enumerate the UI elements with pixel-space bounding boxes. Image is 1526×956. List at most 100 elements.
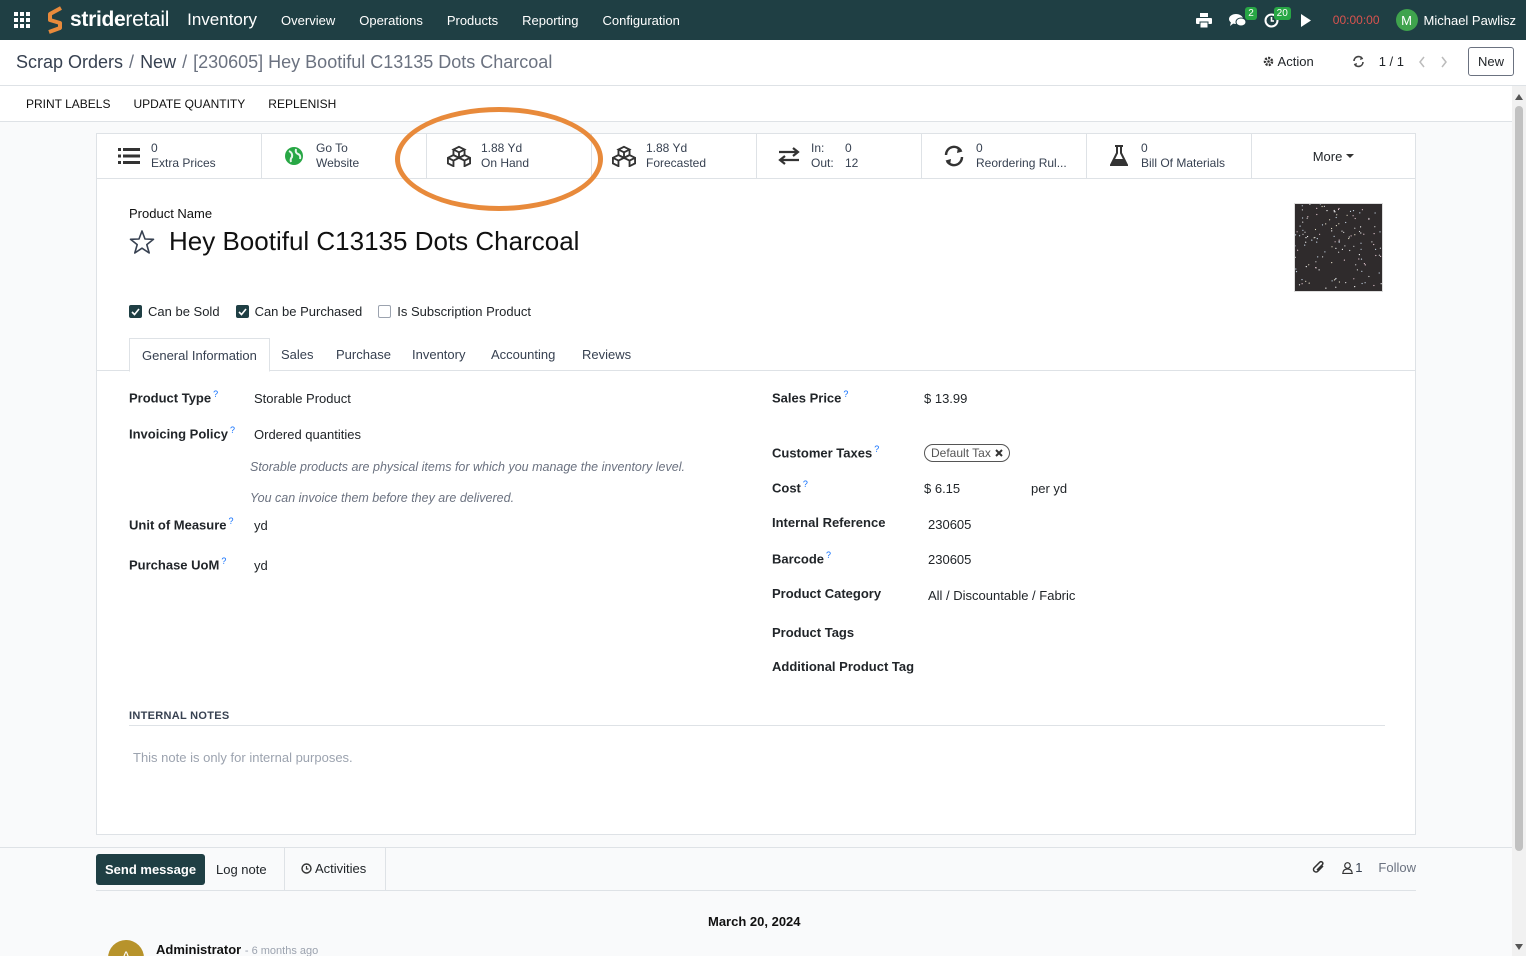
help-tooltip-icon[interactable]: ? <box>826 550 831 560</box>
activities-button[interactable]: Activities <box>301 861 366 876</box>
help-tooltip-icon[interactable]: ? <box>843 389 848 399</box>
tab-reviews[interactable]: Reviews <box>570 338 643 371</box>
product-name-field[interactable]: Hey Bootiful C13135 Dots Charcoal <box>169 226 579 257</box>
breadcrumb: Scrap Orders / New / [230605] Hey Bootiful C… <box>16 52 553 72</box>
in-out-button[interactable]: In: 0 Out: 12 <box>757 134 922 178</box>
notes-divider <box>129 725 1385 726</box>
brand-name: strideretail <box>70 8 170 31</box>
flask-icon <box>1107 144 1131 168</box>
scroll-thumb[interactable] <box>1515 106 1523 851</box>
favorite-star-icon[interactable] <box>129 229 155 255</box>
help-tooltip-icon[interactable]: ? <box>874 444 879 454</box>
tab-general-information[interactable]: General Information <box>129 338 270 372</box>
play-timer-icon[interactable] <box>1289 0 1323 40</box>
caret-down-icon <box>1346 154 1355 158</box>
paperclip-icon[interactable] <box>1312 860 1326 875</box>
menu-reporting[interactable]: Reporting <box>522 13 578 28</box>
checkbox-checked-icon <box>129 305 142 318</box>
pager-prev-icon[interactable] <box>1418 56 1426 68</box>
product-tags-label: Product Tags <box>772 625 855 640</box>
cost-label: Cost? <box>772 479 808 496</box>
followers-button[interactable]: 1 <box>1342 860 1362 875</box>
stride-logo-icon <box>48 6 62 34</box>
refresh-icon[interactable] <box>1352 55 1365 68</box>
remove-tag-icon[interactable] <box>995 449 1003 457</box>
apps-menu-icon[interactable] <box>0 0 44 40</box>
follow-button[interactable]: Follow <box>1378 860 1416 875</box>
form-sheet: 0 Extra Prices Go To Website 1.88 Yd On Han… <box>96 107 1416 835</box>
product-type-help: Storable products are physical items for… <box>250 460 685 474</box>
help-tooltip-icon[interactable]: ? <box>803 479 808 489</box>
cubes-icon <box>447 144 471 168</box>
update-quantity-button[interactable]: UPDATE QUANTITY <box>133 97 245 111</box>
checkbox-checked-icon <box>235 305 249 318</box>
invoicing-policy-select[interactable]: Ordered quantities <box>254 427 361 442</box>
notebook-tabs: General Information Sales Purchase Inven… <box>97 338 1415 372</box>
bill-of-materials-button[interactable]: 0 Bill Of Materials <box>1087 134 1252 178</box>
reordering-rules-button[interactable]: 0 Reordering Rul... <box>922 134 1087 178</box>
uom-label: Unit of Measure? <box>129 516 234 533</box>
new-button[interactable]: New <box>1467 47 1514 76</box>
app-name[interactable]: Inventory <box>187 10 257 30</box>
message-time: - 6 months ago <box>244 945 319 956</box>
activities-icon[interactable]: 20 <box>1255 0 1291 40</box>
help-tooltip-icon[interactable]: ? <box>221 556 226 566</box>
control-panel: Scrap Orders / New / [230605] Hey Bootiful C… <box>0 40 1526 86</box>
extra-prices-button[interactable]: 0 Extra Prices <box>97 134 262 178</box>
go-to-website-button[interactable]: Go To Website <box>262 134 427 178</box>
messages-icon[interactable]: 2 <box>1221 0 1257 40</box>
internal-reference-field[interactable]: 230605 <box>928 517 971 532</box>
product-type-select[interactable]: Storable Product <box>254 391 351 406</box>
breadcrumb-new[interactable]: New <box>140 52 176 72</box>
brand-logo[interactable]: strideretail <box>44 5 169 35</box>
replenish-button[interactable]: REPLENISH <box>268 97 336 111</box>
uom-field[interactable]: yd <box>254 518 268 533</box>
product-category-field[interactable]: All / Discountable / Fabric <box>928 588 1075 603</box>
forecasted-button[interactable]: 1.88 Yd Forecasted <box>592 134 757 178</box>
pager-value[interactable]: 1 / 1 <box>1379 54 1404 69</box>
form-statusbar: PRINT LABELS UPDATE QUANTITY REPLENISH <box>0 86 1512 122</box>
tab-accounting[interactable]: Accounting <box>479 338 567 371</box>
can-be-purchased-checkbox[interactable]: Can be Purchased <box>235 304 362 319</box>
scroll-up-arrow-icon[interactable] <box>1515 94 1523 100</box>
can-be-sold-checkbox[interactable]: Can be Sold <box>129 304 220 319</box>
clock-icon <box>301 863 312 874</box>
help-tooltip-icon[interactable]: ? <box>229 516 234 526</box>
product-image[interactable] <box>1294 203 1383 292</box>
action-button[interactable]: Action <box>1263 54 1314 69</box>
user-menu[interactable]: M Michael Pawlisz <box>1395 9 1516 31</box>
barcode-label: Barcode? <box>772 550 832 567</box>
pager-next-icon[interactable] <box>1440 56 1448 68</box>
scroll-down-arrow-icon[interactable] <box>1515 944 1523 950</box>
help-tooltip-icon[interactable]: ? <box>213 389 218 399</box>
print-icon[interactable] <box>1187 0 1221 40</box>
tab-purchase[interactable]: Purchase <box>324 338 403 371</box>
purchase-uom-field[interactable]: yd <box>254 558 268 573</box>
menu-overview[interactable]: Overview <box>281 13 335 28</box>
log-note-button[interactable]: Log note <box>216 862 267 877</box>
print-labels-button[interactable]: PRINT LABELS <box>26 97 110 111</box>
more-button[interactable]: More <box>1252 134 1415 178</box>
menu-products[interactable]: Products <box>447 13 498 28</box>
help-tooltip-icon[interactable]: ? <box>230 425 235 435</box>
page-scrollbar[interactable] <box>1512 86 1526 956</box>
default-tax-tag[interactable]: Default Tax <box>924 444 1010 462</box>
user-icon <box>1342 861 1354 874</box>
on-hand-button[interactable]: 1.88 Yd On Hand <box>427 134 592 178</box>
tab-sales[interactable]: Sales <box>269 338 326 371</box>
is-subscription-checkbox[interactable]: Is Subscription Product <box>378 304 531 319</box>
breadcrumb-scrap-orders[interactable]: Scrap Orders <box>16 52 123 72</box>
message-date-separator: March 20, 2024 <box>708 914 801 929</box>
menu-configuration[interactable]: Configuration <box>603 13 680 28</box>
internal-notes-field[interactable]: This note is only for internal purposes. <box>133 750 353 765</box>
send-message-button[interactable]: Send message <box>96 854 206 885</box>
list-icon <box>117 144 141 168</box>
tab-inventory[interactable]: Inventory <box>400 338 477 371</box>
cost-field[interactable]: $ 6.15 <box>924 481 960 496</box>
globe-icon <box>282 144 306 168</box>
sales-price-field[interactable]: $ 13.99 <box>924 391 967 406</box>
checkbox-unchecked-icon <box>378 305 392 318</box>
chatter-separator <box>284 848 285 890</box>
menu-operations[interactable]: Operations <box>359 13 423 28</box>
barcode-field[interactable]: 230605 <box>928 552 971 567</box>
